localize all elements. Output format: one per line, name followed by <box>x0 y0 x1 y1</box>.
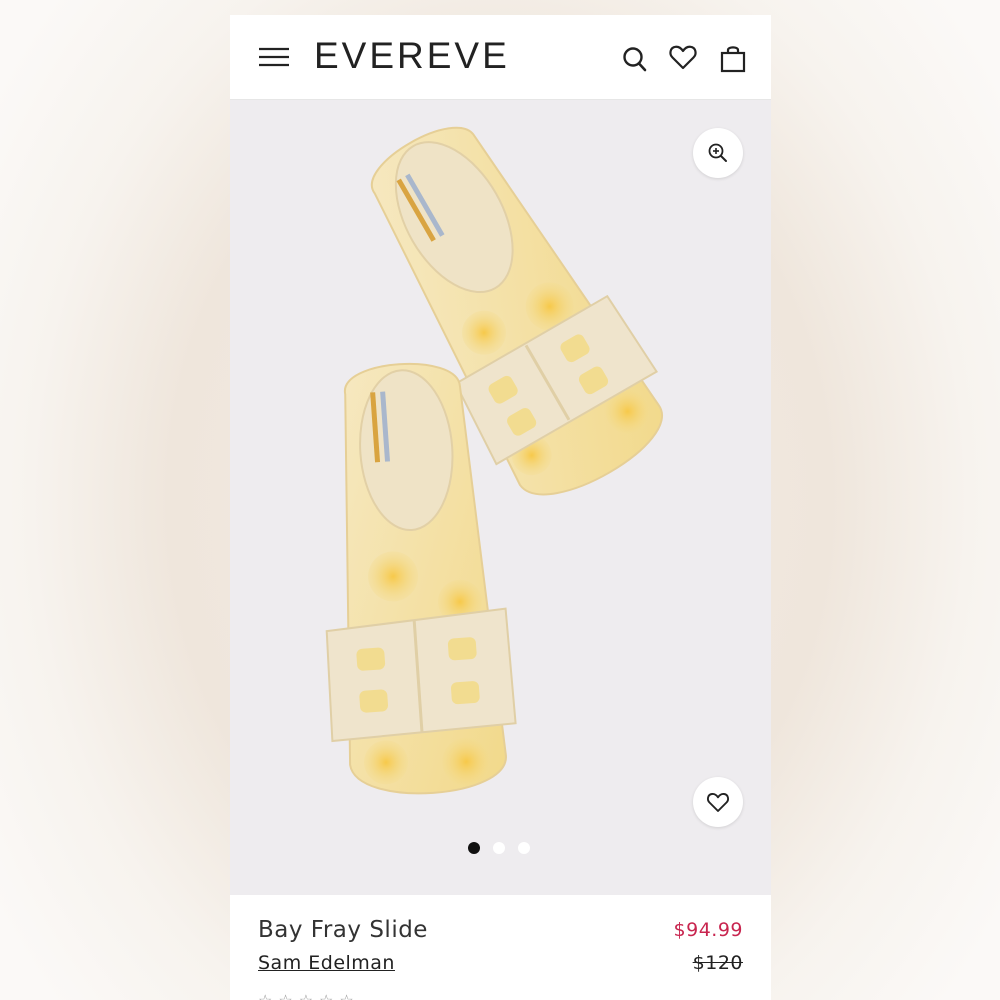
product-info: Bay Fray Slide Sam Edelman $94.99 $120 ☆… <box>230 895 771 1000</box>
original-price: $120 <box>692 952 743 974</box>
shopping-bag-icon[interactable] <box>718 43 748 73</box>
site-header: EVEREVE <box>230 15 771 100</box>
product-name: Bay Fray Slide <box>258 917 428 943</box>
product-image-gallery[interactable] <box>230 100 771 895</box>
product-image <box>325 126 663 795</box>
sale-price: $94.99 <box>673 919 743 941</box>
brand-link[interactable]: Sam Edelman <box>258 952 395 974</box>
wishlist-heart-icon[interactable] <box>668 42 698 72</box>
zoom-in-icon[interactable] <box>693 128 743 178</box>
gallery-dot-2[interactable] <box>493 842 505 854</box>
favorite-heart-icon[interactable] <box>693 777 743 827</box>
phone-screen: EVEREVE Bay Fray Slide Sam Edelman $94.9… <box>230 15 771 1000</box>
gallery-dot-3[interactable] <box>518 842 530 854</box>
menu-icon[interactable] <box>258 45 290 69</box>
gallery-dot-1[interactable] <box>468 842 480 854</box>
rating-stars[interactable]: ☆☆☆☆☆ <box>258 991 360 1000</box>
search-icon[interactable] <box>620 43 650 73</box>
site-logo[interactable]: EVEREVE <box>314 35 510 77</box>
